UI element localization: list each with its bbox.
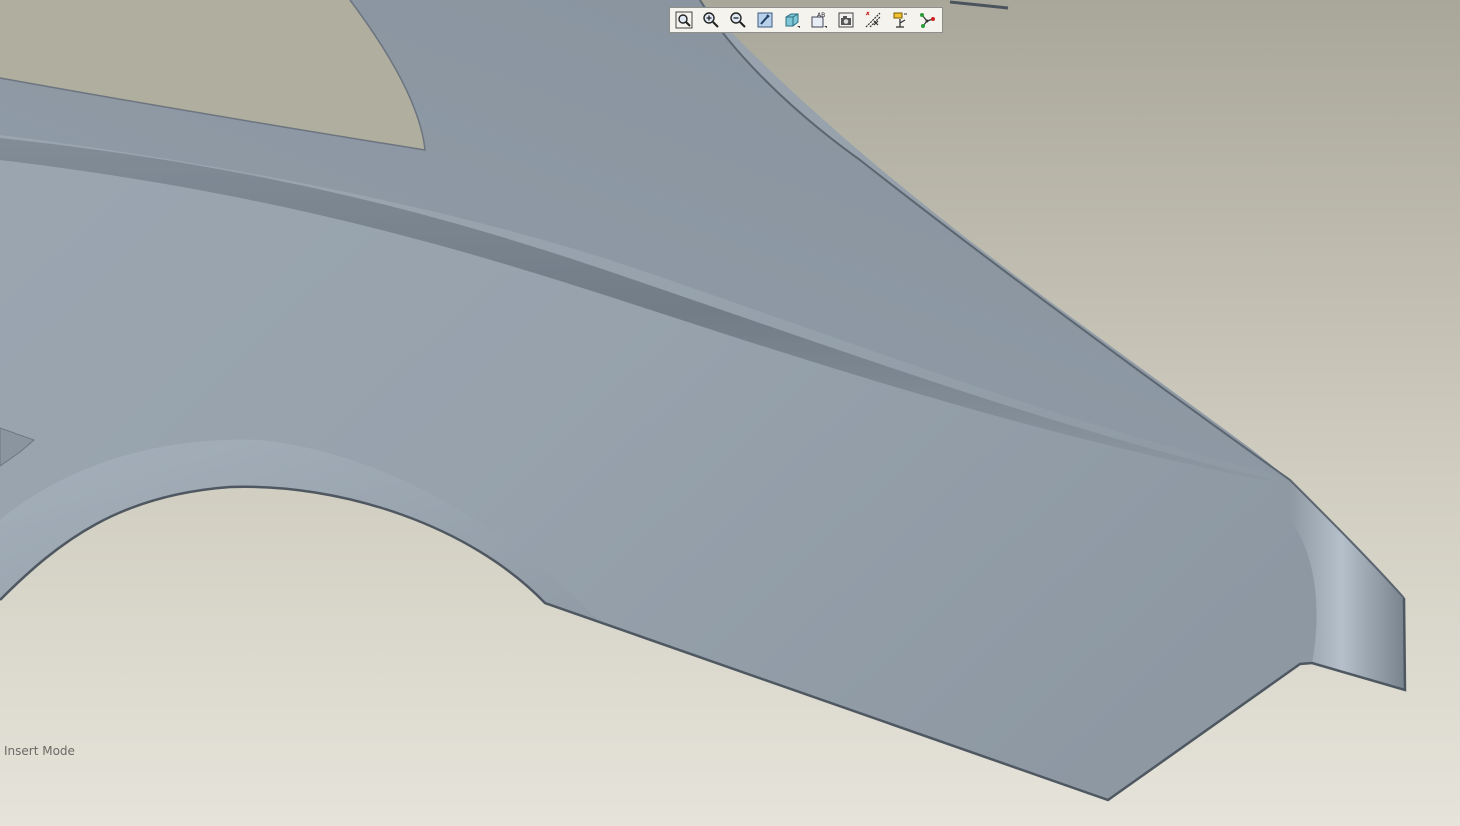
magnifier-minus-icon xyxy=(730,12,746,28)
repaint-button[interactable] xyxy=(752,8,778,32)
zoom-in-button[interactable] xyxy=(698,8,724,32)
view-toolbar: AB xyxy=(669,7,943,33)
zoom-out-button[interactable] xyxy=(725,8,751,32)
camera-icon xyxy=(838,12,854,28)
shaded-cube-icon xyxy=(785,13,800,28)
datum-points-button[interactable] xyxy=(914,8,940,32)
datum-planes-button[interactable] xyxy=(860,8,886,32)
model-viewport-canvas[interactable] xyxy=(0,0,1460,826)
magnifier-plus-icon xyxy=(703,12,719,28)
named-views-icon: AB xyxy=(811,12,827,28)
zoom-fit-button[interactable] xyxy=(671,8,697,32)
magnifier-frame-icon xyxy=(675,11,693,29)
mode-status-text: Insert Mode xyxy=(4,744,75,758)
repaint-icon xyxy=(757,12,773,28)
graphics-viewport[interactable]: AB Insert Mode xyxy=(0,0,1460,826)
display-style-button[interactable] xyxy=(779,8,805,32)
saved-views-button[interactable]: AB xyxy=(806,8,832,32)
datum-planes-icon xyxy=(865,11,881,28)
datum-csys-button[interactable] xyxy=(887,8,913,32)
coordinate-system-icon xyxy=(893,12,907,28)
view-manager-button[interactable] xyxy=(833,8,859,32)
datum-points-icon xyxy=(920,13,935,28)
svg-text:AB: AB xyxy=(817,12,825,19)
